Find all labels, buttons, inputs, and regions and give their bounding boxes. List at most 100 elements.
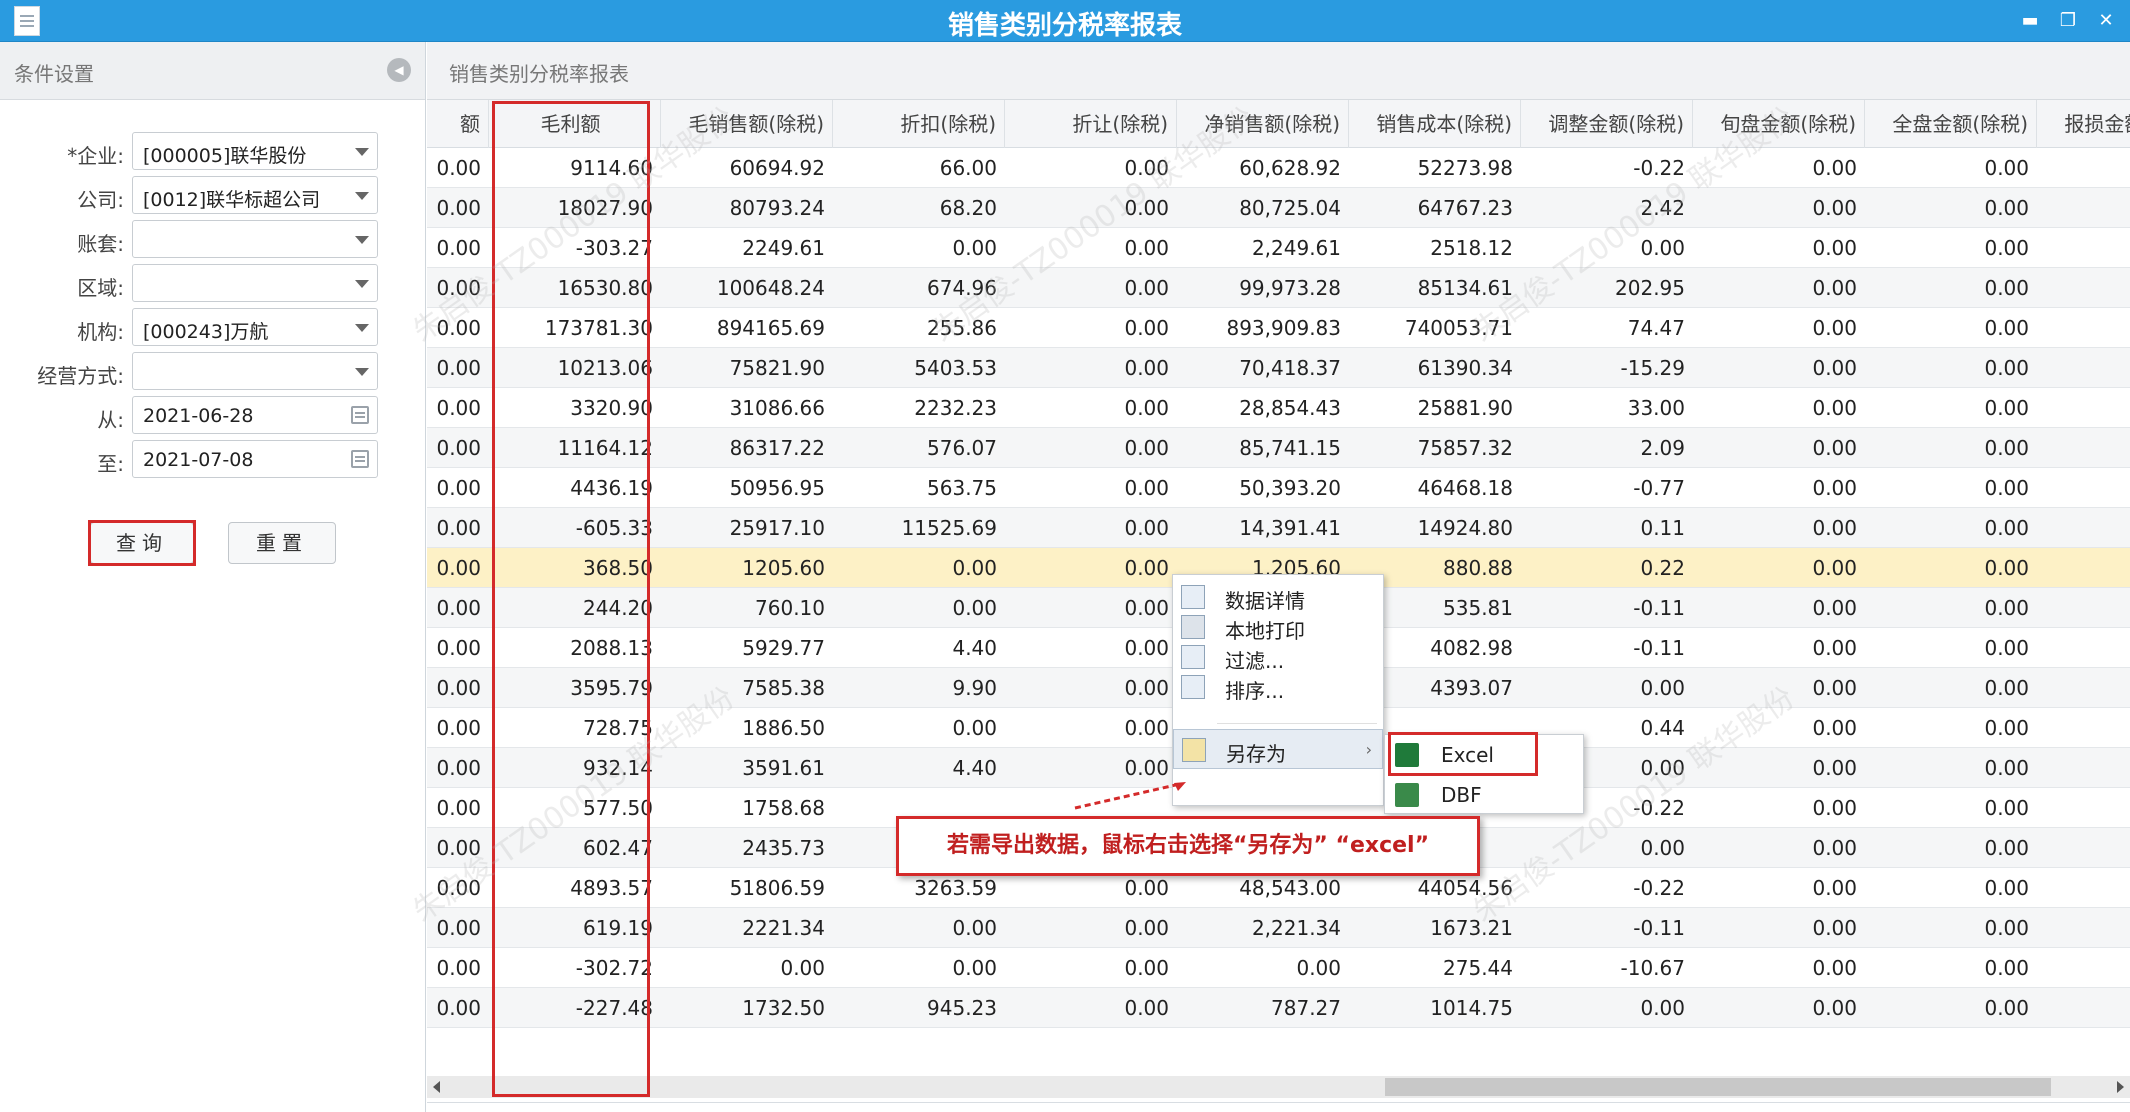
table-cell[interactable]: 0.00 bbox=[2037, 948, 2130, 988]
table-row[interactable]: 0.00 173781.30 894165.69 255.86 0.00 893,909.… bbox=[427, 308, 2130, 348]
table-cell[interactable]: 0.00 bbox=[427, 428, 489, 468]
table-cell[interactable]: 31086.66 bbox=[661, 388, 833, 428]
table-cell[interactable]: 0.00 bbox=[1177, 948, 1349, 988]
table-cell[interactable]: 1758.68 bbox=[661, 788, 833, 828]
table-cell[interactable]: 0.00 bbox=[427, 788, 489, 828]
table-cell[interactable]: 0.00 bbox=[1865, 268, 2037, 308]
column-header[interactable]: 折扣(除税) bbox=[833, 100, 1005, 148]
table-cell[interactable]: 0.00 bbox=[1865, 348, 2037, 388]
table-cell[interactable]: 2.42 bbox=[1521, 188, 1693, 228]
table-cell[interactable]: -302.72 bbox=[489, 948, 661, 988]
table-cell[interactable]: 2435.73 bbox=[661, 828, 833, 868]
chevron-down-icon[interactable] bbox=[355, 192, 369, 200]
table-row[interactable]: 0.00 4436.19 50956.95 563.75 0.00 50,393.20 46… bbox=[427, 468, 2130, 508]
table-cell[interactable]: 0.00 bbox=[1005, 228, 1177, 268]
table-cell[interactable]: 0.00 bbox=[1865, 148, 2037, 188]
table-cell[interactable]: 1205.60 bbox=[661, 548, 833, 588]
calendar-icon[interactable] bbox=[351, 450, 369, 468]
table-cell[interactable]: -15.29 bbox=[1521, 348, 1693, 388]
organization-select[interactable]: [000243]万航 bbox=[132, 308, 378, 346]
column-header[interactable]: 报损金额(除税) bbox=[2037, 100, 2130, 148]
table-cell[interactable]: 0.00 bbox=[2037, 228, 2130, 268]
table-cell[interactable]: 0.00 bbox=[427, 908, 489, 948]
table-cell[interactable]: 0.00 bbox=[1693, 348, 1865, 388]
table-cell[interactable]: 0.00 bbox=[2037, 908, 2130, 948]
table-cell[interactable]: 1014.75 bbox=[1349, 988, 1521, 1028]
table-cell[interactable]: -227.48 bbox=[489, 988, 661, 1028]
table-cell[interactable]: 0.00 bbox=[833, 948, 1005, 988]
table-cell[interactable]: 0.00 bbox=[1693, 268, 1865, 308]
region-select[interactable] bbox=[132, 264, 378, 302]
table-cell[interactable]: 80,725.04 bbox=[1177, 188, 1349, 228]
table-cell[interactable]: 52273.98 bbox=[1349, 148, 1521, 188]
table-row[interactable]: 0.00 -302.72 0.00 0.00 0.00 0.00 275.44 -10.67 0… bbox=[427, 948, 2130, 988]
table-row[interactable]: 0.00 619.19 2221.34 0.00 0.00 2,221.34 1673.21… bbox=[427, 908, 2130, 948]
table-cell[interactable]: 85,741.15 bbox=[1177, 428, 1349, 468]
table-cell[interactable]: 0.00 bbox=[1693, 988, 1865, 1028]
table-cell[interactable]: 0.00 bbox=[2037, 668, 2130, 708]
table-cell[interactable]: 0.00 bbox=[1693, 428, 1865, 468]
column-header[interactable]: 毛利额 bbox=[489, 100, 661, 148]
context-menu-item[interactable]: 另存为 › bbox=[1173, 729, 1383, 769]
table-cell[interactable]: 70,418.37 bbox=[1177, 348, 1349, 388]
enterprise-select[interactable]: [000005]联华股份 bbox=[132, 132, 378, 170]
column-header[interactable]: 销售成本(除税) bbox=[1349, 100, 1521, 148]
table-cell[interactable]: 728.75 bbox=[489, 708, 661, 748]
table-cell[interactable]: 0.00 bbox=[427, 628, 489, 668]
table-cell[interactable]: 0.00 bbox=[2037, 548, 2130, 588]
column-header[interactable]: 全盘金额(除税) bbox=[1865, 100, 2037, 148]
table-cell[interactable]: 0.00 bbox=[1693, 148, 1865, 188]
table-row[interactable]: 0.00 11164.12 86317.22 576.07 0.00 85,741.15 7… bbox=[427, 428, 2130, 468]
table-cell[interactable]: 0.00 bbox=[1005, 428, 1177, 468]
table-cell[interactable]: 9114.60 bbox=[489, 148, 661, 188]
table-cell[interactable]: 0.00 bbox=[1865, 388, 2037, 428]
table-cell[interactable]: 674.96 bbox=[833, 268, 1005, 308]
table-cell[interactable]: 0.00 bbox=[1865, 748, 2037, 788]
table-cell[interactable]: 0.00 bbox=[427, 388, 489, 428]
table-cell[interactable]: 75857.32 bbox=[1349, 428, 1521, 468]
chevron-down-icon[interactable] bbox=[355, 324, 369, 332]
table-cell[interactable]: 0.00 bbox=[1005, 388, 1177, 428]
table-row[interactable]: 0.00 -227.48 1732.50 945.23 0.00 787.27 1014.7… bbox=[427, 988, 2130, 1028]
table-cell[interactable]: 0.00 bbox=[1693, 548, 1865, 588]
column-header[interactable]: 折让(除税) bbox=[1005, 100, 1177, 148]
table-cell[interactable]: 0.00 bbox=[2037, 428, 2130, 468]
table-cell[interactable]: 0.00 bbox=[1865, 868, 2037, 908]
submenu-item[interactable]: Excel bbox=[1385, 735, 1583, 775]
table-cell[interactable]: 0.00 bbox=[1005, 908, 1177, 948]
table-cell[interactable]: 2,249.61 bbox=[1177, 228, 1349, 268]
table-cell[interactable]: 2,221.34 bbox=[1177, 908, 1349, 948]
table-cell[interactable]: 0.00 bbox=[1005, 988, 1177, 1028]
table-cell[interactable]: 46468.18 bbox=[1349, 468, 1521, 508]
table-cell[interactable]: 0.00 bbox=[427, 308, 489, 348]
table-cell[interactable]: 0.00 bbox=[1005, 308, 1177, 348]
scroll-left-icon[interactable] bbox=[433, 1081, 440, 1093]
table-cell[interactable]: 0.00 bbox=[2037, 348, 2130, 388]
account-set-select[interactable] bbox=[132, 220, 378, 258]
table-cell[interactable]: 11525.69 bbox=[833, 508, 1005, 548]
table-cell[interactable]: 51806.59 bbox=[661, 868, 833, 908]
table-cell[interactable]: 0.00 bbox=[1693, 188, 1865, 228]
column-header[interactable]: 净销售额(除税) bbox=[1177, 100, 1349, 148]
table-cell[interactable]: 0.00 bbox=[1693, 908, 1865, 948]
table-cell[interactable]: 61390.34 bbox=[1349, 348, 1521, 388]
scrollbar-thumb[interactable] bbox=[1385, 1078, 2051, 1096]
table-row[interactable]: 0.00 18027.90 80793.24 68.20 0.00 80,725.04 64… bbox=[427, 188, 2130, 228]
table-cell[interactable]: 0.00 bbox=[1005, 748, 1177, 788]
table-cell[interactable]: 14,391.41 bbox=[1177, 508, 1349, 548]
table-cell[interactable]: 0.00 bbox=[1693, 828, 1865, 868]
table-cell[interactable]: 0.00 bbox=[1693, 868, 1865, 908]
table-cell[interactable]: 75821.90 bbox=[661, 348, 833, 388]
table-cell[interactable]: 0.00 bbox=[427, 348, 489, 388]
table-cell[interactable]: 14924.80 bbox=[1349, 508, 1521, 548]
table-cell[interactable]: 0.00 bbox=[427, 828, 489, 868]
table-cell[interactable]: 0.00 bbox=[2037, 508, 2130, 548]
scroll-right-icon[interactable] bbox=[2117, 1081, 2124, 1093]
table-cell[interactable]: 0.00 bbox=[2037, 748, 2130, 788]
table-cell[interactable]: -10.67 bbox=[1521, 948, 1693, 988]
context-menu-item[interactable]: 排序... bbox=[1173, 667, 1383, 707]
table-cell[interactable]: 0.00 bbox=[1865, 308, 2037, 348]
reset-button[interactable]: 重置 bbox=[228, 522, 336, 564]
table-cell[interactable]: 0.00 bbox=[1693, 948, 1865, 988]
table-cell[interactable]: 0.00 bbox=[2037, 188, 2130, 228]
